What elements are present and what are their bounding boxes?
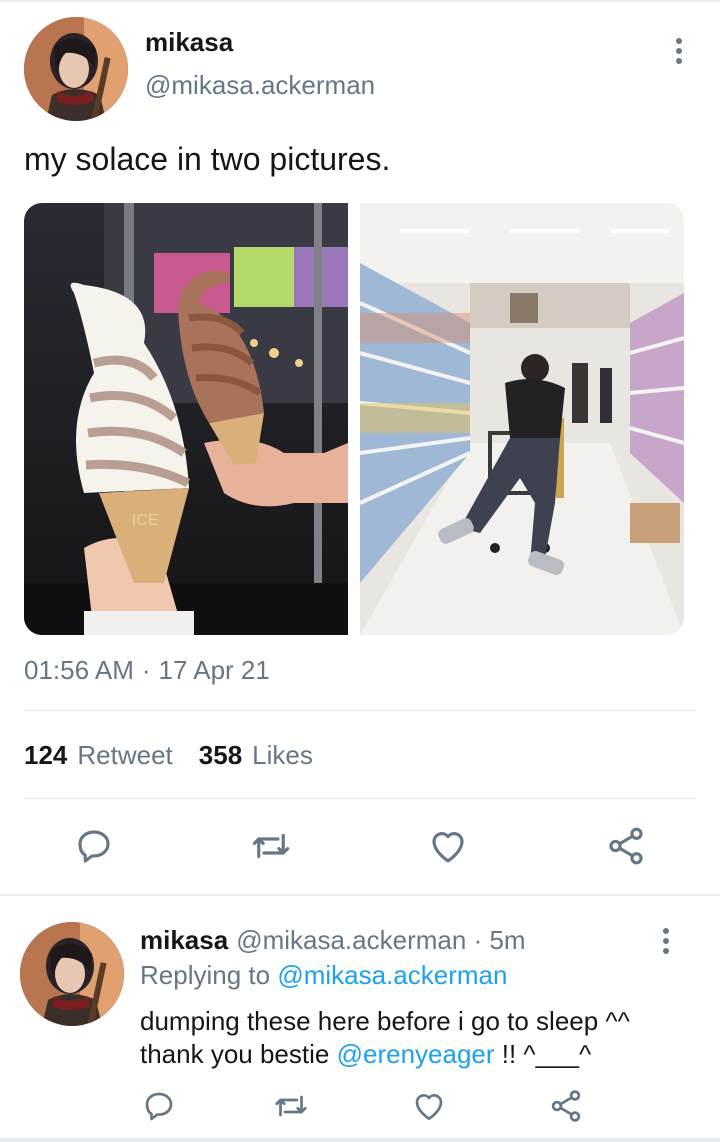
dot	[676, 58, 682, 64]
reply-line-1: dumping these here before i go to sleep …	[140, 1006, 630, 1036]
like-icon[interactable]	[427, 825, 469, 867]
retweet-label: Retweet	[77, 740, 173, 770]
tweet-date: 17 Apr 21	[158, 655, 270, 685]
share-icon[interactable]	[605, 825, 647, 867]
tweet-photo-ice-cream[interactable]: ICE	[24, 203, 348, 635]
timestamp-separator: ·	[141, 655, 151, 685]
avatar-image	[20, 922, 124, 1026]
author-name[interactable]: mikasa	[145, 27, 233, 58]
supermarket-image	[360, 203, 684, 635]
dot	[676, 38, 682, 44]
retweet-stat[interactable]: 124 Retweet	[24, 740, 173, 771]
reply-author-avatar[interactable]	[20, 922, 124, 1026]
like-icon[interactable]	[411, 1088, 447, 1124]
tweet-time: 01:56 AM	[24, 655, 134, 685]
reply-icon[interactable]	[141, 1088, 177, 1124]
reply-time[interactable]: 5m	[489, 925, 525, 955]
like-count: 358	[198, 740, 243, 770]
share-icon[interactable]	[548, 1088, 584, 1124]
bottom-border	[0, 1138, 720, 1142]
ice-cream-image: ICE	[24, 203, 348, 635]
reply-author-handle[interactable]: @mikasa.ackerman	[236, 925, 466, 955]
reply-author-name[interactable]: mikasa	[140, 925, 228, 955]
divider	[24, 798, 696, 799]
reply-line-2-prefix: thank you bestie	[140, 1039, 330, 1069]
tweet-photo-supermarket[interactable]	[360, 203, 684, 635]
avatar-image	[24, 17, 128, 121]
replying-to-line: Replying to @mikasa.ackerman	[140, 960, 507, 991]
tweet-stats: 124 Retweet 358 Likes	[24, 740, 313, 771]
mention-link[interactable]: @erenyeager	[337, 1039, 495, 1069]
reply-line-2: thank you bestie @erenyeager !! ^___^	[140, 1038, 700, 1071]
reply-more-options-icon[interactable]	[651, 926, 681, 956]
retweet-count: 124	[24, 740, 68, 770]
reply-text: dumping these here before i go to sleep …	[140, 1005, 700, 1071]
tweet-text: my solace in two pictures.	[24, 141, 391, 177]
dot	[663, 938, 669, 944]
more-options-icon[interactable]	[664, 36, 694, 66]
like-label: Likes	[252, 740, 313, 770]
replying-to-link[interactable]: @mikasa.ackerman	[277, 960, 507, 990]
top-border	[0, 0, 720, 2]
tweet-timestamp[interactable]: 01:56 AM · 17 Apr 21	[24, 655, 270, 686]
reply-separator: ·	[473, 925, 483, 955]
dot	[663, 928, 669, 934]
reply-header: mikasa @mikasa.ackerman · 5m	[140, 925, 526, 956]
like-stat[interactable]: 358 Likes	[199, 740, 313, 771]
author-handle[interactable]: @mikasa.ackerman	[145, 70, 375, 101]
divider	[24, 710, 696, 711]
dot	[676, 48, 682, 54]
retweet-icon[interactable]	[273, 1088, 309, 1124]
dot	[663, 948, 669, 954]
cone-lettering: ICE	[132, 512, 159, 529]
replying-label: Replying to	[140, 960, 271, 990]
reply-icon[interactable]	[73, 825, 115, 867]
reply-line-2-suffix: !! ^___^	[501, 1039, 592, 1069]
section-separator	[0, 894, 720, 896]
retweet-icon[interactable]	[250, 825, 292, 867]
author-avatar[interactable]	[24, 17, 128, 121]
